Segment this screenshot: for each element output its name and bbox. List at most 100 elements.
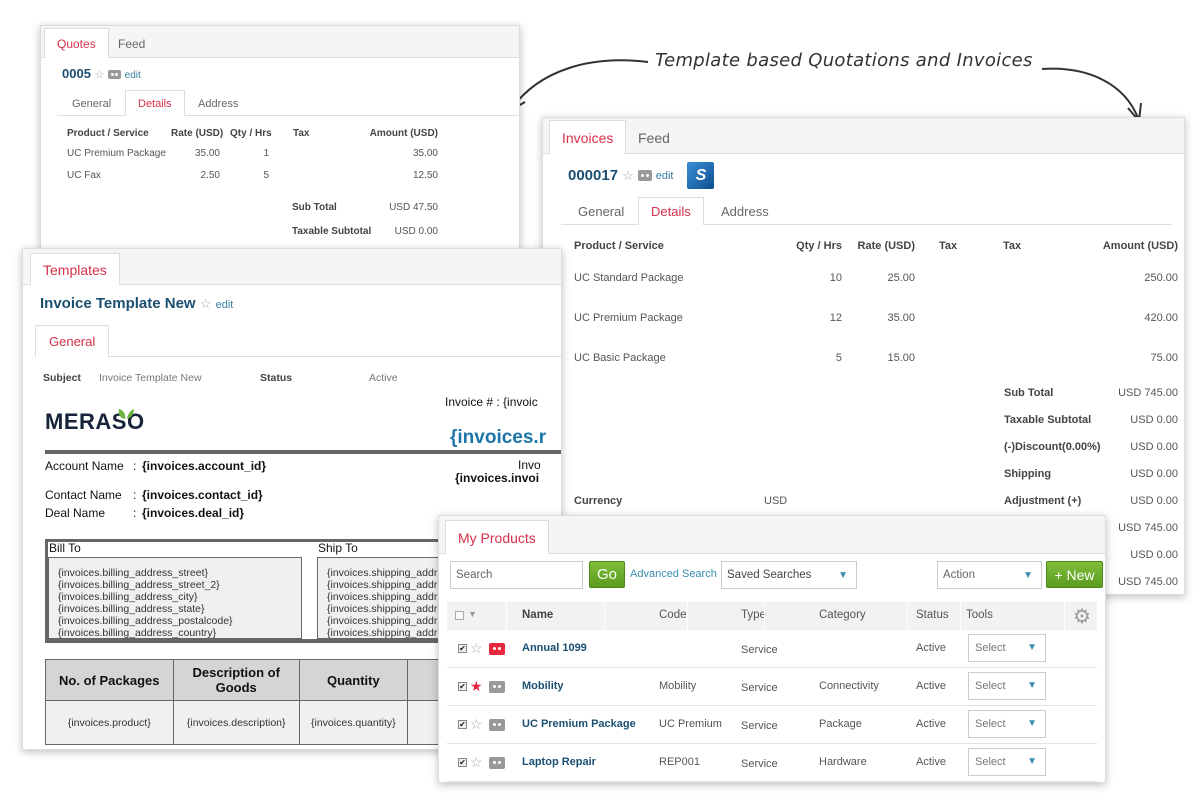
invo-label: Invo xyxy=(518,458,541,472)
cell-product: {invoices.product} xyxy=(45,700,174,745)
star-icon[interactable]: ☆ xyxy=(470,754,483,771)
row-rate: 35.00 xyxy=(194,148,220,159)
arrow-right-icon xyxy=(1041,67,1139,119)
invoice-big-field: {invoices.r xyxy=(450,427,547,448)
new-button[interactable]: + New xyxy=(1046,561,1103,588)
deal-value: {invoices.deal_id} xyxy=(142,506,245,520)
header-packages: No. of Packages xyxy=(45,659,174,701)
product-status: Active xyxy=(916,718,946,730)
owl-icon[interactable] xyxy=(637,170,652,181)
edit-link[interactable]: edit xyxy=(656,170,674,182)
col-product: Product / Service xyxy=(67,128,149,139)
contact-value: {invoices.contact_id} xyxy=(142,488,263,502)
quotes-panel: Quotes Feed 0005 ☆ edit General Details … xyxy=(40,25,520,255)
select-all-checkbox[interactable] xyxy=(455,611,464,620)
subtab-details[interactable]: Details xyxy=(125,90,185,116)
product-name-link[interactable]: Laptop Repair xyxy=(522,756,596,768)
chevron-down-icon: ▼ xyxy=(1027,756,1037,767)
subtab-address[interactable]: Address xyxy=(185,90,251,116)
row-rate: 2.50 xyxy=(200,170,220,181)
col-code[interactable]: Code xyxy=(659,609,687,621)
owl-icon[interactable] xyxy=(489,681,505,693)
owl-icon[interactable] xyxy=(108,70,122,80)
row-product: UC Premium Package xyxy=(574,312,683,324)
col-status[interactable]: Status xyxy=(916,609,949,621)
record-id: 0005 xyxy=(62,66,91,81)
cell-description: {invoices.description} xyxy=(172,700,300,745)
tools-select[interactable]: Select ▼ xyxy=(968,710,1046,738)
product-status: Active xyxy=(916,680,946,692)
tools-select[interactable]: Select ▼ xyxy=(968,748,1046,776)
col-type[interactable]: Type xyxy=(741,609,766,621)
bill-to-box: {invoices.billing_address_street} {invoic… xyxy=(48,557,302,639)
star-icon[interactable]: ☆ xyxy=(470,716,483,733)
total-label: Taxable Subtotal xyxy=(292,226,372,237)
row-rate: 15.00 xyxy=(887,352,915,364)
product-name-link[interactable]: Annual 1099 xyxy=(522,642,587,654)
caret-down-icon[interactable]: ▼ xyxy=(468,609,477,619)
template-title: Invoice Template New xyxy=(40,295,196,312)
star-icon[interactable]: ☆ xyxy=(622,168,634,184)
product-name-link[interactable]: Mobility xyxy=(522,680,564,692)
product-code: UC Premium xyxy=(659,718,722,730)
tab-my-products[interactable]: My Products xyxy=(445,520,549,554)
gear-icon[interactable]: ⚙ xyxy=(1073,604,1091,629)
owl-icon[interactable] xyxy=(489,757,505,769)
col-qty: Qty / Hrs xyxy=(230,128,272,139)
chevron-down-icon: ▼ xyxy=(1027,718,1037,729)
invoices-tabbar: Invoices Feed xyxy=(543,118,1184,154)
row-rate: 35.00 xyxy=(887,312,915,324)
product-category: Hardware xyxy=(819,756,867,768)
invoice-number: Invoice # : {invoic xyxy=(445,395,538,409)
total-label: Taxable Subtotal xyxy=(1004,414,1092,426)
total-label: Shipping xyxy=(1004,468,1052,480)
tab-invoices[interactable]: Invoices xyxy=(549,120,627,154)
star-icon[interactable]: ★ xyxy=(470,678,483,695)
row-amount: 12.50 xyxy=(412,170,438,181)
owl-icon[interactable] xyxy=(489,643,505,655)
ds-app-icon[interactable]: S xyxy=(687,162,715,189)
tab-feed[interactable]: Feed xyxy=(105,28,158,58)
search-input[interactable]: Search xyxy=(450,561,583,589)
chevron-down-icon: ▼ xyxy=(1027,642,1037,653)
row-checkbox[interactable]: ✔ xyxy=(458,758,467,767)
row-amount: 250.00 xyxy=(1144,272,1178,284)
total-value: USD 745.00 xyxy=(1118,387,1178,399)
table-row: ✔ ★ Mobility Mobility Service Connectivity Act… xyxy=(447,668,1097,706)
tab-quotes[interactable]: Quotes xyxy=(44,28,109,58)
saved-searches-select[interactable]: Saved Searches ▼ xyxy=(721,561,857,589)
advanced-search-link[interactable]: Advanced Search xyxy=(630,568,717,580)
products-tabbar: My Products xyxy=(439,516,1105,554)
invoices-subtabs: General Details Address xyxy=(561,197,1172,225)
edit-link[interactable]: edit xyxy=(125,70,141,81)
subtab-general[interactable]: General xyxy=(561,197,641,225)
row-checkbox[interactable]: ✔ xyxy=(458,682,467,691)
owl-icon[interactable] xyxy=(489,719,505,731)
product-category: Connectivity xyxy=(819,680,879,692)
tools-select[interactable]: Select ▼ xyxy=(968,672,1046,700)
products-panel: My Products Search Go Advanced Search Sa… xyxy=(438,515,1106,783)
star-icon[interactable]: ☆ xyxy=(200,296,212,311)
caption-text: Template based Quotations and Invoices xyxy=(655,50,1033,71)
star-icon[interactable]: ☆ xyxy=(470,640,483,657)
tools-select[interactable]: Select ▼ xyxy=(968,634,1046,662)
tools-select-label: Select xyxy=(975,718,1006,730)
subtab-general[interactable]: General xyxy=(35,325,110,357)
subtab-details[interactable]: Details xyxy=(638,197,704,225)
tab-templates[interactable]: Templates xyxy=(30,253,120,285)
row-checkbox[interactable]: ✔ xyxy=(458,720,467,729)
subtab-address[interactable]: Address xyxy=(706,197,784,225)
product-type: Service xyxy=(741,644,778,656)
col-product: Product / Service xyxy=(574,240,664,252)
subtab-general[interactable]: General xyxy=(57,90,126,116)
edit-link[interactable]: edit xyxy=(216,299,234,311)
tab-feed[interactable]: Feed xyxy=(625,120,683,154)
product-name-link[interactable]: UC Premium Package xyxy=(522,718,636,730)
row-checkbox[interactable]: ✔ xyxy=(458,644,467,653)
total-value: USD 0.00 xyxy=(1130,441,1178,453)
col-name[interactable]: Name xyxy=(522,609,553,621)
action-select[interactable]: Action ▼ xyxy=(937,561,1042,589)
go-button[interactable]: Go xyxy=(589,561,625,588)
col-category[interactable]: Category xyxy=(819,609,866,621)
star-icon[interactable]: ☆ xyxy=(95,69,105,81)
